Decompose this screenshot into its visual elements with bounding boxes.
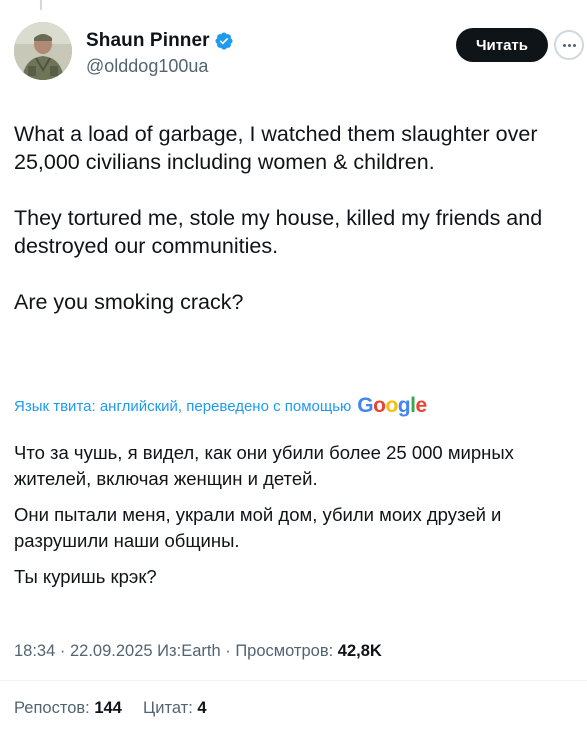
read-button[interactable]: Читать — [456, 28, 548, 62]
engagement-stats: Репостов: 144 Цитат: 4 — [14, 699, 207, 718]
avatar[interactable] — [14, 22, 72, 80]
source-prefix: Из: — [157, 642, 182, 660]
author-handle[interactable]: @olddog100ua — [86, 56, 208, 77]
more-dot — [567, 43, 571, 47]
tweet-paragraph: Are you smoking crack? — [14, 290, 244, 314]
translation-notice[interactable]: Язык твита: английский, переведено с пом… — [14, 394, 427, 418]
translated-text: Что за чушь, я видел, как они убили боле… — [14, 440, 579, 590]
reposts-count: 144 — [94, 699, 122, 717]
meta-separator: · — [225, 642, 236, 660]
reposts-link[interactable]: Репостов: 144 — [14, 699, 126, 717]
google-logo: Google — [357, 394, 427, 417]
tweet-source: Earth — [181, 642, 221, 660]
author-display-name[interactable]: Shaun Pinner — [86, 30, 210, 52]
quotes-count: 4 — [197, 699, 207, 717]
views-label: Просмотров: — [235, 642, 334, 660]
tweet-date[interactable]: 22.09.2025 — [70, 642, 153, 660]
quotes-link[interactable]: Цитат: 4 — [143, 699, 207, 717]
verified-badge-icon[interactable] — [214, 31, 234, 51]
reposts-label: Репостов: — [14, 699, 90, 717]
thread-connector — [40, 0, 42, 10]
meta-separator: · — [59, 642, 70, 660]
translated-paragraph: Ты куришь крэк? — [14, 566, 157, 587]
tweet-paragraph: What a load of garbage, I watched them s… — [14, 122, 538, 174]
avatar-photo — [14, 22, 72, 80]
translated-paragraph: Что за чушь, я видел, как они убили боле… — [14, 442, 514, 489]
translation-notice-text: Язык твита: английский, переведено с пом… — [14, 397, 352, 415]
tweet-paragraph: They tortured me, stole my house, killed… — [14, 206, 543, 258]
tweet-header: Shaun Pinner @olddog100ua Читать — [14, 22, 584, 86]
tweet-meta: 18:34 · 22.09.2025 Из:Earth · Просмотров… — [14, 642, 382, 661]
tweet-text: What a load of garbage, I watched them s… — [14, 120, 579, 316]
more-dot — [562, 43, 566, 47]
more-icon[interactable] — [554, 30, 584, 60]
author-name-row: Shaun Pinner — [86, 30, 234, 52]
tweet-time[interactable]: 18:34 — [14, 642, 55, 660]
quotes-label: Цитат: — [143, 699, 193, 717]
views-count[interactable]: 42,8K — [338, 642, 382, 660]
translated-paragraph: Они пытали меня, украли мой дом, убили м… — [14, 504, 502, 551]
more-dot — [572, 43, 576, 47]
divider — [0, 680, 587, 681]
